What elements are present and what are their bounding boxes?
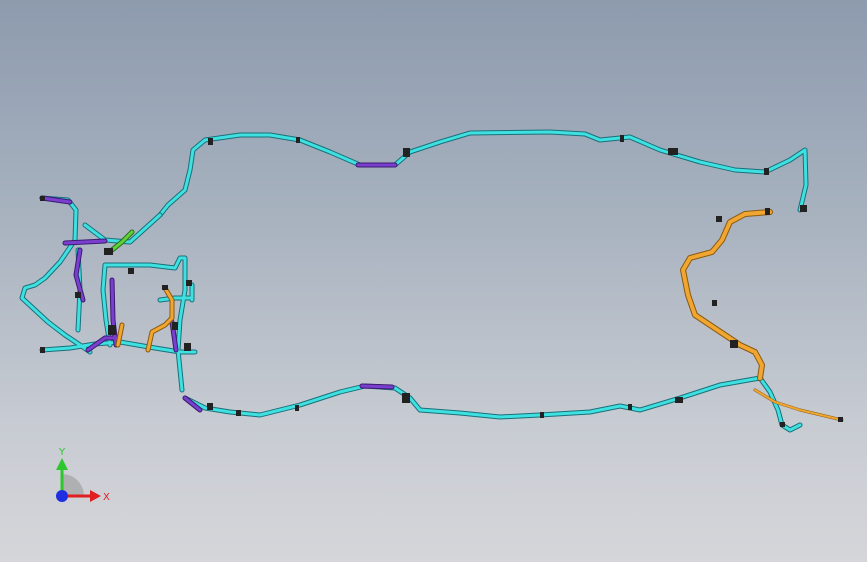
pipe-top bbox=[158, 130, 808, 217]
pipe-routing-model[interactable]: Y X bbox=[0, 0, 867, 562]
graphics-viewport[interactable]: Y X bbox=[0, 0, 867, 562]
main-pipe-run[interactable] bbox=[19, 129, 809, 433]
pipe-outline-top bbox=[157, 129, 809, 218]
orange-pipe-segments[interactable] bbox=[115, 209, 844, 422]
pipe-bottom bbox=[183, 376, 802, 432]
coordinate-triad: Y X bbox=[56, 447, 110, 503]
purple-pipe-segments[interactable] bbox=[39, 162, 398, 413]
y-axis-label: Y bbox=[58, 447, 66, 458]
pipe-outline-bottom bbox=[182, 375, 803, 433]
x-axis-label: X bbox=[103, 492, 110, 503]
